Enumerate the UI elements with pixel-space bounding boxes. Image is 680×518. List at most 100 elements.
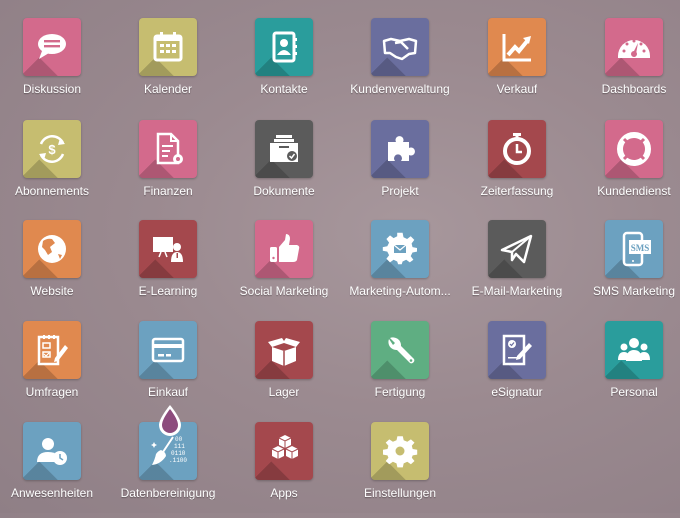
app-abonnements[interactable]: $ Abonnements [0,120,110,216]
app-tile[interactable] [371,18,429,76]
app-tile[interactable] [605,18,663,76]
puzzle-icon [388,136,415,161]
speedometer-icon [618,39,650,58]
app-label: Dashboards [601,82,667,96]
app-tile[interactable] [488,220,546,278]
app-label: Zeiterfassung [480,184,554,198]
app-social-marketing[interactable]: Social Marketing [226,220,342,316]
app-website[interactable]: Website [0,220,110,316]
app-tile[interactable] [371,220,429,278]
app-tile[interactable] [488,120,546,178]
app-tile[interactable] [488,321,546,379]
app-label: Verkauf [496,82,538,96]
app-label: Datenbereinigung [120,486,216,500]
app-tile[interactable] [23,422,81,480]
app-tile[interactable] [255,220,313,278]
presentation-teacher-icon [153,237,183,262]
gear-envelope-icon [382,232,417,265]
lifebuoy-icon [617,132,651,166]
credit-card-icon [151,337,185,363]
app-finanzen[interactable]: Finanzen [110,120,226,216]
app-diskussion[interactable]: Diskussion [0,18,110,114]
invoice-gear-icon [156,132,183,165]
app-tile[interactable] [605,120,663,178]
app-label: Kalender [143,82,193,96]
app-label: Kundendienst [597,184,671,198]
app-label: Finanzen [143,184,193,198]
app-sms-marketing[interactable]: SMS SMS Marketing [576,220,680,316]
document-tray-icon [270,135,298,162]
app-e-mail-marketing[interactable]: E-Mail-Marketing [459,220,575,316]
odoo-drop-badge-icon [159,405,181,436]
app-tile[interactable] [139,220,197,278]
app-tile[interactable] [139,321,197,379]
app-label: Apps [270,486,298,500]
sms-phone-icon: SMS [622,231,651,267]
app-kontakte[interactable]: Kontakte [226,18,342,114]
app-tile[interactable] [371,422,429,480]
app-anwesenheiten[interactable]: Anwesenheiten [0,422,110,518]
app-marketing-autom[interactable]: Marketing-Autom... [342,220,458,316]
app-label: SMS Marketing [592,284,676,298]
app-zeiterfassung[interactable]: Zeiterfassung [459,120,575,216]
app-dokumente[interactable]: Dokumente [226,120,342,216]
app-label: Kundenverwaltung [350,82,450,96]
people-group-icon [618,338,650,361]
app-kundendienst[interactable]: Kundendienst [576,120,680,216]
cubes-icon [271,435,299,459]
app-verkauf[interactable]: Verkauf [459,18,575,114]
app-label: Website [30,284,74,298]
app-tile[interactable] [371,321,429,379]
app-tile[interactable]: $ [23,120,81,178]
app-label: Dokumente [253,184,315,198]
app-personal[interactable]: Personal [576,321,680,417]
app-tile[interactable] [23,220,81,278]
app-kalender[interactable]: Kalender [110,18,226,114]
stopwatch-icon [503,133,531,165]
app-einkauf[interactable]: Einkauf [110,321,226,417]
app-label: Fertigung [374,385,426,399]
app-tile[interactable] [139,120,197,178]
app-label: Einstellungen [363,486,437,500]
gear-icon [383,436,418,468]
app-projekt[interactable]: Projekt [342,120,458,216]
app-e-learning[interactable]: E-Learning [110,220,226,316]
app-umfragen[interactable]: Umfragen [0,321,110,417]
app-esignatur[interactable]: eSignatur [459,321,575,417]
thumbs-up-icon [270,234,300,262]
chat-bubble-icon [38,34,66,59]
app-tile[interactable] [23,18,81,76]
app-tile[interactable]: SMS [605,220,663,278]
app-tile[interactable] [255,18,313,76]
open-box-icon [268,338,300,366]
recurring-dollar-icon: $ [39,135,65,163]
app-tile[interactable] [371,120,429,178]
app-tile[interactable] [605,321,663,379]
app-tile[interactable] [255,120,313,178]
app-tile[interactable] [23,321,81,379]
app-kundenverwaltung[interactable]: Kundenverwaltung [342,18,458,114]
line-chart-icon [502,34,531,62]
app-tile[interactable] [488,18,546,76]
app-label: Marketing-Autom... [349,284,451,298]
app-label: Abonnements [14,184,90,198]
app-einstellungen[interactable]: Einstellungen [342,422,458,518]
user-clock-icon [37,438,67,465]
handshake-icon [382,37,418,61]
app-dashboards[interactable]: Dashboards [576,18,680,114]
app-label: Lager [268,385,300,399]
checklist-pencil-icon [37,335,68,366]
app-fertigung[interactable]: Fertigung [342,321,458,417]
app-tile[interactable] [139,18,197,76]
paper-plane-icon [500,234,533,264]
app-apps[interactable]: Apps [226,422,342,518]
app-tile[interactable] [255,321,313,379]
svg-text:$: $ [48,142,56,157]
app-label: Personal [610,385,658,399]
app-label: Social Marketing [239,284,329,298]
app-tile[interactable] [255,422,313,480]
app-label: E-Learning [138,284,198,298]
signature-document-icon [502,334,532,366]
app-label: Diskussion [22,82,82,96]
app-lager[interactable]: Lager [226,321,342,417]
